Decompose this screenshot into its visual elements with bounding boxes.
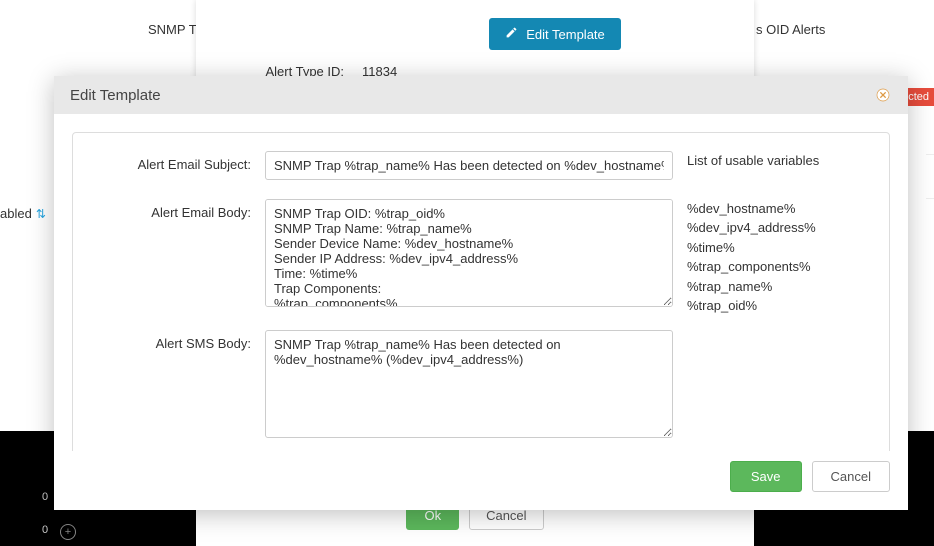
edit-template-button-label: Edit Template [526,27,605,42]
modal-footer: Save Cancel [54,451,908,510]
cancel-button[interactable]: Cancel [812,461,890,492]
bg-text-abled: abled⇅ [0,203,46,224]
form-frame: Alert Email Subject: List of usable vari… [72,132,890,451]
edit-template-modal: Edit Template Alert Email Subject: List … [54,76,908,510]
sms-textarea[interactable] [265,330,673,438]
variable-item: %time% [687,238,871,258]
subject-label: Alert Email Subject: [91,151,251,172]
vars-list: %dev_hostname%%dev_ipv4_address%%time%%t… [687,199,871,316]
close-icon[interactable] [874,86,892,104]
edit-template-button[interactable]: Edit Template [489,18,621,50]
bg-zero-1: 0 [42,491,48,503]
variable-item: %trap_components% [687,257,871,277]
variable-item: %dev_ipv4_address% [687,218,871,238]
sort-icon[interactable]: ⇅ [36,207,46,221]
save-button[interactable]: Save [730,461,802,492]
variable-item: %trap_name% [687,277,871,297]
body-label: Alert Email Body: [91,199,251,220]
bg-text-oid: s OID Alerts [756,22,825,37]
subject-input[interactable] [265,151,673,180]
bg-text-snmp: SNMP T [148,22,197,37]
modal-title: Edit Template [70,87,161,104]
edit-icon [505,26,518,42]
variable-item: %dev_hostname% [687,199,871,219]
body-textarea[interactable] [265,199,673,307]
bg-zero-2: 0 [42,524,48,536]
modal-header: Edit Template [54,76,908,114]
bg-right-row [926,154,934,199]
vars-title: List of usable variables [687,151,871,185]
add-icon[interactable]: + [60,524,76,540]
sms-label: Alert SMS Body: [91,330,251,351]
variable-item: %trap_oid% [687,296,871,316]
modal-body: Alert Email Subject: List of usable vari… [54,114,908,451]
